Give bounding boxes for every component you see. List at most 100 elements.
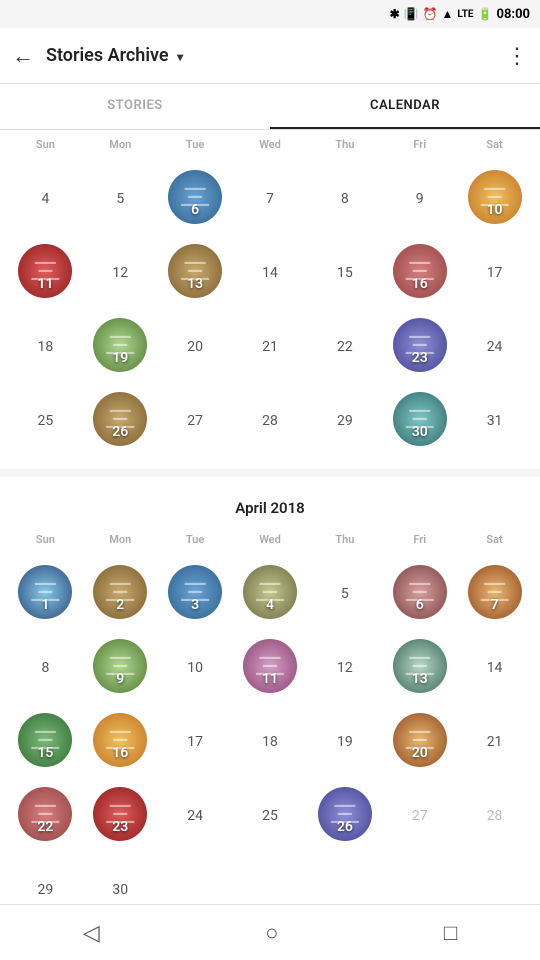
calendar-day-18: 18 <box>8 311 83 379</box>
calendar-day-26[interactable]: ▬▬▬▬▬▬▬▬▬26 <box>307 780 382 848</box>
apr-day-tue: Tue <box>158 529 233 550</box>
calendar-day-13[interactable]: ▬▬▬▬▬▬▬▬▬13 <box>382 632 457 700</box>
calendar-day-24: 24 <box>158 780 233 848</box>
bottom-navigation: ◁ ○ □ <box>0 904 540 960</box>
calendar-day-10[interactable]: ▬▬▬▬▬▬▬▬▬10 <box>457 163 532 231</box>
calendar-day-17: 17 <box>158 706 233 774</box>
calendar-day-29: 29 <box>307 385 382 453</box>
day-header-wed: Wed <box>233 134 308 155</box>
calendar-day-4[interactable]: ▬▬▬▬▬▬▬▬▬4 <box>233 558 308 626</box>
calendar-day-28: 28 <box>233 385 308 453</box>
calendar-day-3[interactable]: ▬▬▬▬▬▬▬▬▬3 <box>158 558 233 626</box>
status-time: 08:00 <box>497 7 531 22</box>
april-section: April 2018 Sun Mon Tue Wed Thu Fri Sat ▬… <box>0 481 540 934</box>
calendar-day-8: 8 <box>8 632 83 700</box>
calendar-day-26[interactable]: ▬▬▬▬▬▬▬▬▬26 <box>83 385 158 453</box>
battery-icon: 🔋 <box>478 7 493 21</box>
vibrate-icon: 📳 <box>404 7 419 21</box>
dropdown-arrow-icon[interactable]: ▾ <box>177 50 183 64</box>
status-bar: ✱ 📳 ⏰ ▲ LTE 🔋 08:00 <box>0 0 540 28</box>
calendar-day-11[interactable]: ▬▬▬▬▬▬▬▬▬11 <box>8 237 83 305</box>
day-header-sat: Sat <box>457 134 532 155</box>
calendar-day-12: 12 <box>307 632 382 700</box>
bluetooth-icon: ✱ <box>390 7 400 21</box>
calendar-day-1[interactable]: ▬▬▬▬▬▬▬▬▬1 <box>8 558 83 626</box>
day-header-fri: Fri <box>382 134 457 155</box>
calendar-day-15[interactable]: ▬▬▬▬▬▬▬▬▬15 <box>8 706 83 774</box>
more-options-button[interactable]: ⋮ <box>506 43 528 69</box>
calendar-day-21: 21 <box>457 706 532 774</box>
apr-day-wed: Wed <box>233 529 308 550</box>
calendar-day-16[interactable]: ▬▬▬▬▬▬▬▬▬16 <box>83 706 158 774</box>
day-header-sun: Sun <box>8 134 83 155</box>
calendar-day-18: 18 <box>233 706 308 774</box>
calendar-day-20: 20 <box>158 311 233 379</box>
apr-day-fri: Fri <box>382 529 457 550</box>
day-header-mon: Mon <box>83 134 158 155</box>
signal-icon: ▲ <box>442 7 454 21</box>
calendar-day-30[interactable]: ▬▬▬▬▬▬▬▬▬30 <box>382 385 457 453</box>
calendar-day-6[interactable]: ▬▬▬▬▬▬▬▬▬6 <box>158 163 233 231</box>
day-header-tue: Tue <box>158 134 233 155</box>
calendar-day-27: 27 <box>158 385 233 453</box>
lte-icon: LTE <box>457 9 473 20</box>
calendar-day-5: 5 <box>307 558 382 626</box>
calendar-day-25: 25 <box>233 780 308 848</box>
calendar-day-10: 10 <box>158 632 233 700</box>
apr-day-thu: Thu <box>307 529 382 550</box>
nav-home-button[interactable]: ○ <box>245 912 298 954</box>
calendar-day-9: 9 <box>382 163 457 231</box>
calendar-scroll-area[interactable]: Sun Mon Tue Wed Thu Fri Sat 45▬▬▬▬▬▬▬▬▬6… <box>0 130 540 950</box>
march-section: Sun Mon Tue Wed Thu Fri Sat 45▬▬▬▬▬▬▬▬▬6… <box>0 130 540 465</box>
page-title: Stories Archive ▾ <box>46 45 506 66</box>
calendar-day-19[interactable]: ▬▬▬▬▬▬▬▬▬19 <box>83 311 158 379</box>
tab-calendar[interactable]: CALENDAR <box>270 84 540 129</box>
calendar-day-27: 27 <box>382 780 457 848</box>
march-calendar-grid: 45▬▬▬▬▬▬▬▬▬6789▬▬▬▬▬▬▬▬▬10▬▬▬▬▬▬▬▬▬1112▬… <box>8 159 532 465</box>
april-day-headers: Sun Mon Tue Wed Thu Fri Sat <box>8 525 532 554</box>
calendar-day-17: 17 <box>457 237 532 305</box>
day-header-thu: Thu <box>307 134 382 155</box>
calendar-day-11[interactable]: ▬▬▬▬▬▬▬▬▬11 <box>233 632 308 700</box>
apr-day-sat: Sat <box>457 529 532 550</box>
apr-day-sun: Sun <box>8 529 83 550</box>
title-text: Stories Archive <box>46 45 169 66</box>
calendar-day-9[interactable]: ▬▬▬▬▬▬▬▬▬9 <box>83 632 158 700</box>
status-icons: ✱ 📳 ⏰ ▲ LTE 🔋 <box>390 7 493 21</box>
calendar-day-16[interactable]: ▬▬▬▬▬▬▬▬▬16 <box>382 237 457 305</box>
calendar-day-23[interactable]: ▬▬▬▬▬▬▬▬▬23 <box>83 780 158 848</box>
calendar-day-4: 4 <box>8 163 83 231</box>
calendar-day-28: 28 <box>457 780 532 848</box>
april-calendar-grid: ▬▬▬▬▬▬▬▬▬1▬▬▬▬▬▬▬▬▬2▬▬▬▬▬▬▬▬▬3▬▬▬▬▬▬▬▬▬4… <box>8 554 532 934</box>
calendar-day-20[interactable]: ▬▬▬▬▬▬▬▬▬20 <box>382 706 457 774</box>
section-divider <box>0 469 540 477</box>
calendar-day-8: 8 <box>307 163 382 231</box>
calendar-day-19: 19 <box>307 706 382 774</box>
app-header: ← Stories Archive ▾ ⋮ <box>0 28 540 84</box>
tab-stories[interactable]: STORIES <box>0 84 270 129</box>
nav-recent-button[interactable]: □ <box>424 912 477 954</box>
calendar-day-7[interactable]: ▬▬▬▬▬▬▬▬▬7 <box>457 558 532 626</box>
back-button[interactable]: ← <box>12 43 34 69</box>
april-month-label: April 2018 <box>8 481 532 525</box>
march-day-headers: Sun Mon Tue Wed Thu Fri Sat <box>8 130 532 159</box>
apr-day-mon: Mon <box>83 529 158 550</box>
calendar-day-6[interactable]: ▬▬▬▬▬▬▬▬▬6 <box>382 558 457 626</box>
nav-back-button[interactable]: ◁ <box>63 912 120 954</box>
calendar-day-2[interactable]: ▬▬▬▬▬▬▬▬▬2 <box>83 558 158 626</box>
calendar-day-25: 25 <box>8 385 83 453</box>
calendar-day-23[interactable]: ▬▬▬▬▬▬▬▬▬23 <box>382 311 457 379</box>
calendar-day-22: 22 <box>307 311 382 379</box>
calendar-day-14: 14 <box>457 632 532 700</box>
calendar-day-7: 7 <box>233 163 308 231</box>
calendar-day-15: 15 <box>307 237 382 305</box>
calendar-day-12: 12 <box>83 237 158 305</box>
calendar-day-22[interactable]: ▬▬▬▬▬▬▬▬▬22 <box>8 780 83 848</box>
calendar-day-24: 24 <box>457 311 532 379</box>
calendar-day-31: 31 <box>457 385 532 453</box>
calendar-day-5: 5 <box>83 163 158 231</box>
calendar-day-21: 21 <box>233 311 308 379</box>
calendar-day-14: 14 <box>233 237 308 305</box>
calendar-day-13[interactable]: ▬▬▬▬▬▬▬▬▬13 <box>158 237 233 305</box>
tab-bar: STORIES CALENDAR <box>0 84 540 130</box>
